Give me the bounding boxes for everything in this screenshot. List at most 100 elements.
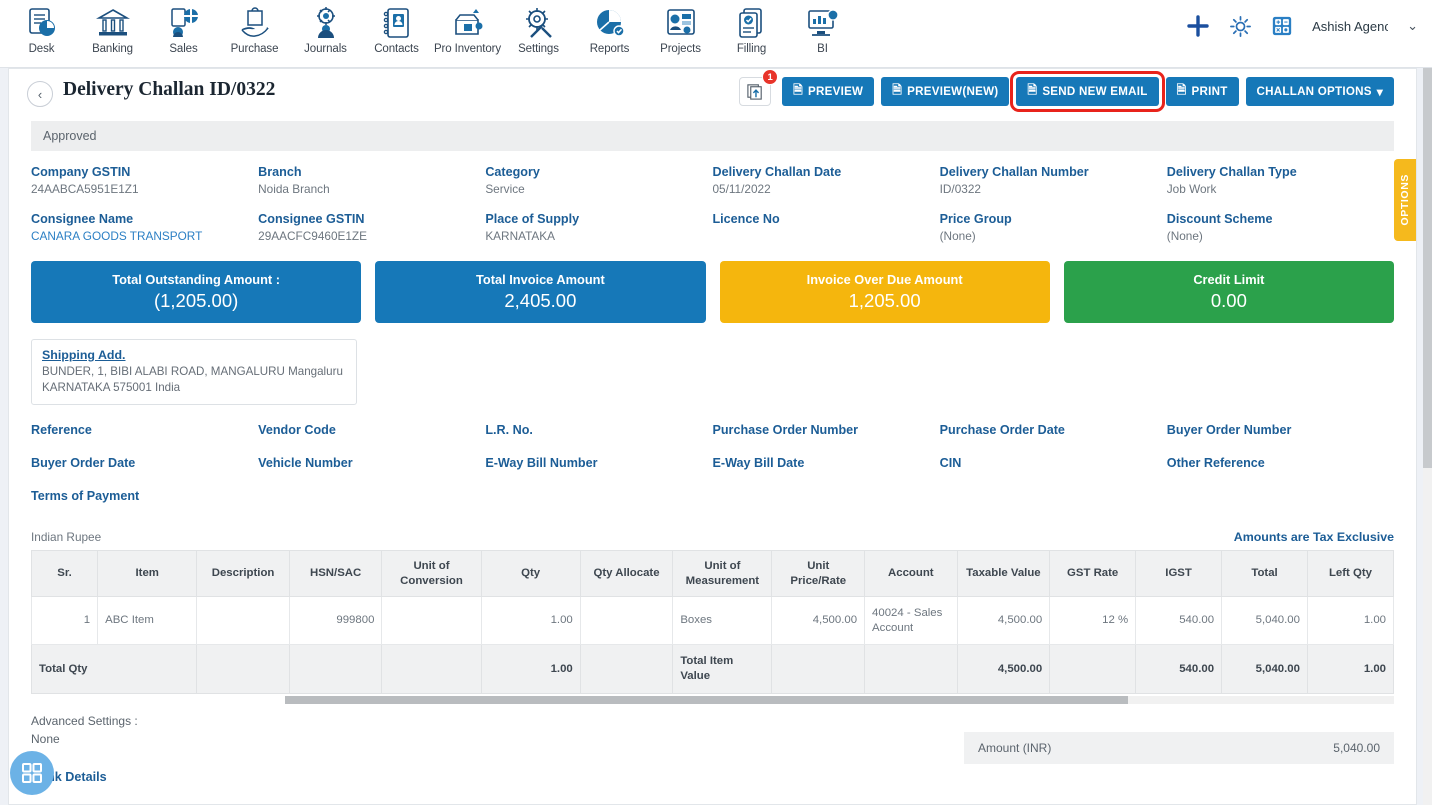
- nav-item-contacts[interactable]: Contacts: [361, 0, 432, 55]
- field-lr-no: L.R. No.: [485, 423, 712, 437]
- settings-icon: [525, 8, 552, 38]
- field-purchase-order-number: Purchase Order Number: [712, 423, 939, 437]
- cell-unit-of-measurement: Boxes: [672, 595, 773, 646]
- field-label: Discount Scheme: [1166, 212, 1273, 226]
- print-doc-icon: 🗎: [1176, 83, 1187, 97]
- options-side-tab[interactable]: OPTIONS: [1394, 159, 1416, 241]
- nav-label: BI: [817, 43, 828, 55]
- upload-documents-icon: [746, 84, 762, 100]
- plus-icon[interactable]: [1186, 14, 1210, 38]
- card-title: Invoice Over Due Amount: [806, 272, 963, 287]
- cell-item-link[interactable]: ABC Item: [97, 595, 198, 646]
- nav-item-settings[interactable]: Settings: [503, 0, 574, 55]
- footer-blank-account: [864, 644, 958, 695]
- column-header-qty-allocate: Qty Allocate: [579, 550, 674, 597]
- preview-new-button[interactable]: 🗎 PREVIEW(NEW): [881, 77, 1010, 106]
- user-account-name[interactable]: Ashish Agenc: [1312, 19, 1388, 34]
- page-container: ‹ Delivery Challan ID/0322 1 🗎 PREVIEW 🗎…: [8, 68, 1417, 805]
- scrollbar-thumb[interactable]: [285, 696, 1128, 705]
- card-title: Credit Limit: [1193, 272, 1265, 287]
- items-table-header-row: Sr. Item Description HSN/SAC Unit of Con…: [30, 550, 1395, 597]
- field-eway-bill-date: E-Way Bill Date: [712, 456, 939, 470]
- scrollbar-thumb[interactable]: [1423, 68, 1432, 468]
- challan-options-button[interactable]: CHALLAN OPTIONS ▾: [1245, 77, 1394, 106]
- field-label: E-Way Bill Number: [485, 456, 598, 471]
- nav-item-pro-inventory[interactable]: Pro Inventory: [432, 0, 503, 55]
- cell-igst: 540.00: [1135, 595, 1223, 646]
- table-horizontal-scrollbar[interactable]: [285, 696, 1394, 705]
- nav-item-projects[interactable]: Projects: [645, 0, 716, 55]
- nav-item-bi[interactable]: BI: [787, 0, 858, 55]
- nav-label: Purchase: [230, 43, 279, 55]
- send-email-doc-icon: 🗎: [1027, 83, 1038, 97]
- card-total-invoice-amount: Total Invoice Amount 2,405.00: [375, 261, 706, 323]
- upload-documents-wrapper: 1: [739, 69, 779, 106]
- summary-cards: Total Outstanding Amount : (1,205.00) To…: [9, 259, 1416, 323]
- upload-badge-count: 1: [762, 69, 779, 85]
- shipping-address-wrapper: Shipping Add. BUNDER, 1, BIBI ALABI ROAD…: [9, 323, 1416, 406]
- nav-item-sales[interactable]: Sales: [148, 0, 219, 55]
- footer-blank-gst-rate: [1049, 644, 1137, 695]
- column-header-account: Account: [864, 550, 958, 597]
- field-label: Vehicle Number: [258, 456, 353, 471]
- apps-grid-fab-button[interactable]: [10, 751, 54, 795]
- nav-item-reports[interactable]: Reports: [574, 0, 645, 55]
- field-value: 05/11/2022: [712, 182, 771, 196]
- gear-icon[interactable]: [1229, 15, 1252, 38]
- page-vertical-scrollbar[interactable]: [1423, 68, 1432, 805]
- shipping-address-line-1: BUNDER, 1, BIBI ALABI ROAD, MANGALURU Ma…: [42, 365, 343, 378]
- nav-item-banking[interactable]: Banking: [77, 0, 148, 55]
- options-tab-label: OPTIONS: [1399, 174, 1411, 226]
- chevron-down-icon[interactable]: ⌄: [1407, 18, 1418, 34]
- footer-blank-unit-price: [771, 644, 866, 695]
- field-value: Noida Branch: [258, 182, 330, 196]
- nav-label: Projects: [660, 43, 701, 55]
- field-branch: Branch Noida Branch: [258, 165, 485, 196]
- details-row-2: Consignee Name CANARA GOODS TRANSPORT Co…: [31, 212, 1394, 243]
- items-header-row: Indian Rupee Amounts are Tax Exclusive: [9, 522, 1416, 550]
- bottom-section: Advanced Settings : None Bank Details Am…: [9, 704, 1416, 784]
- field-buyer-order-number: Buyer Order Number: [1167, 423, 1394, 437]
- nav-label: Settings: [518, 43, 559, 55]
- card-title: Total Invoice Amount: [476, 272, 605, 287]
- advanced-settings-label: Advanced Settings :: [31, 714, 138, 729]
- field-price-group: Price Group (None): [940, 212, 1167, 243]
- caret-down-icon: ▾: [1376, 84, 1383, 99]
- footer-total-item-value-label: Total Item Value: [672, 644, 773, 695]
- nav-item-journals[interactable]: Journals: [290, 0, 361, 55]
- print-button[interactable]: 🗎 PRINT: [1165, 77, 1239, 106]
- field-eway-bill-number: E-Way Bill Number: [485, 456, 712, 470]
- filling-icon: [738, 8, 762, 38]
- footer-blank-hsn: [288, 644, 383, 695]
- items-table: Sr. Item Description HSN/SAC Unit of Con…: [30, 550, 1395, 695]
- column-header-item: Item: [97, 550, 198, 597]
- status-badge: Approved: [31, 121, 1394, 151]
- cell-sr: 1: [30, 595, 99, 646]
- nav-item-filling[interactable]: Filling: [716, 0, 787, 55]
- field-label: Other Reference: [1166, 456, 1265, 471]
- preview-button[interactable]: 🗎 PREVIEW: [782, 77, 875, 106]
- column-header-taxable-value: Taxable Value: [956, 550, 1051, 597]
- nav-label: Sales: [169, 43, 198, 55]
- reference-row-2: Buyer Order Date Vehicle Number E-Way Bi…: [31, 456, 1394, 470]
- field-value: 29AACFC9460E1ZE: [258, 229, 368, 243]
- field-value: KARNATAKA: [485, 229, 556, 243]
- field-label: E-Way Bill Date: [712, 456, 805, 471]
- field-value-link[interactable]: CANARA GOODS TRANSPORT: [31, 229, 248, 243]
- send-new-email-button[interactable]: 🗎 SEND NEW EMAIL: [1010, 71, 1165, 112]
- nav-item-desk[interactable]: Desk: [6, 0, 77, 55]
- footer-total-qty-label: Total Qty: [30, 644, 198, 695]
- back-button[interactable]: ‹: [27, 81, 53, 107]
- reference-fields-section: Reference Vendor Code L.R. No. Purchase …: [9, 405, 1416, 503]
- button-label: PREVIEW(NEW): [907, 85, 999, 98]
- cell-total: 5,040.00: [1221, 595, 1308, 646]
- field-label: L.R. No.: [485, 423, 533, 438]
- field-label: Purchase Order Date: [939, 423, 1065, 438]
- calculator-icon[interactable]: [1271, 15, 1293, 37]
- shipping-address-title[interactable]: Shipping Add.: [42, 348, 346, 362]
- nav-item-purchase[interactable]: Purchase: [219, 0, 290, 55]
- field-label: Company GSTIN: [31, 165, 131, 179]
- amount-summary-row: Amount (INR) 5,040.00: [964, 732, 1394, 765]
- card-value: 0.00: [1210, 290, 1247, 311]
- field-delivery-challan-type: Delivery Challan Type Job Work: [1167, 165, 1394, 196]
